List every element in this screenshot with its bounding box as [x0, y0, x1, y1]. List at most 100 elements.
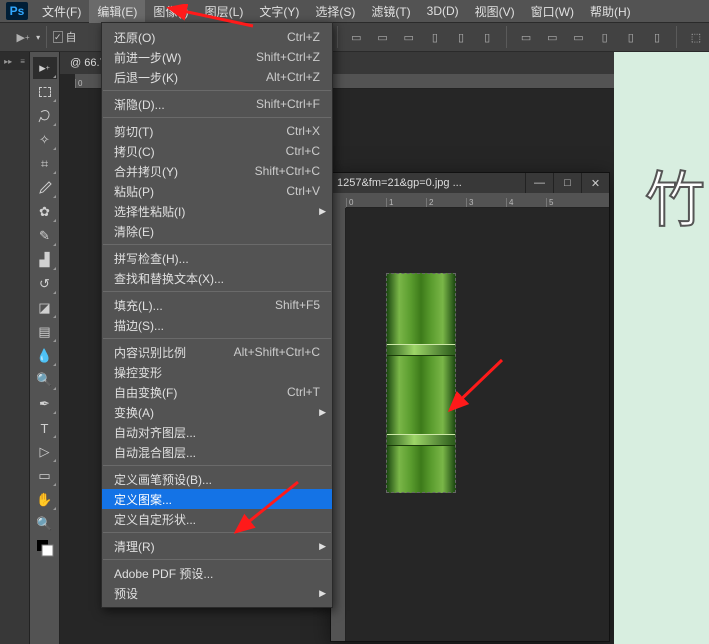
history-brush-tool[interactable]: ↺ [33, 273, 57, 295]
floating-canvas[interactable] [346, 208, 609, 641]
menu-item-拷贝c[interactable]: 拷贝(C)Ctrl+C [102, 141, 332, 161]
align-hcenter-icon[interactable]: ▯ [452, 27, 470, 47]
menubar: Ps 文件(F) 编辑(E) 图像(I) 图层(L) 文字(Y) 选择(S) 滤… [0, 0, 709, 22]
distribute-left-icon[interactable]: ▯ [596, 27, 614, 47]
menu-type[interactable]: 文字(Y) [251, 0, 307, 23]
brush-tool[interactable]: ✎ [33, 225, 57, 247]
menu-item-内容识别比例[interactable]: 内容识别比例Alt+Shift+Ctrl+C [102, 342, 332, 362]
menu-item-自动混合图层[interactable]: 自动混合图层... [102, 442, 332, 462]
move-tool[interactable]: ▸+ [33, 57, 57, 79]
menu-separator [103, 90, 331, 91]
app-logo: Ps [6, 2, 28, 20]
menu-item-清理r[interactable]: 清理(R)▶ [102, 536, 332, 556]
menu-file[interactable]: 文件(F) [34, 0, 89, 23]
align-vcenter-icon[interactable]: ▭ [373, 27, 391, 47]
annotation-arrow-icon [446, 356, 506, 416]
floating-window-titlebar[interactable]: 1257&fm=21&gp=0.jpg ... — □ ✕ [331, 173, 609, 193]
menu-item-选择性粘贴i[interactable]: 选择性粘贴(I)▶ [102, 201, 332, 221]
menu-item-剪切t[interactable]: 剪切(T)Ctrl+X [102, 121, 332, 141]
menu-help[interactable]: 帮助(H) [582, 0, 639, 23]
distribute-bottom-icon[interactable]: ▭ [569, 27, 587, 47]
marquee-tool[interactable] [33, 81, 57, 103]
menu-item-shortcut: Shift+F5 [275, 298, 320, 312]
menu-window[interactable]: 窗口(W) [523, 0, 582, 23]
move-tool-preset-icon[interactable]: ▶+ [14, 27, 32, 47]
3d-mode-icon[interactable]: ⬚ [687, 27, 705, 47]
menu-item-拼写检查h[interactable]: 拼写检查(H)... [102, 248, 332, 268]
menu-item-label: 渐隐(D)... [114, 96, 256, 113]
align-right-icon[interactable]: ▯ [478, 27, 496, 47]
menu-item-label: 清除(E) [114, 223, 320, 240]
menu-item-label: 还原(O) [114, 29, 287, 46]
menu-item-描边s[interactable]: 描边(S)... [102, 315, 332, 335]
menu-item-清除e[interactable]: 清除(E) [102, 221, 332, 241]
window-minimize-button[interactable]: — [525, 173, 553, 193]
panel-gutter: ▸▸ ≡ [0, 52, 30, 644]
submenu-arrow-icon: ▶ [319, 588, 326, 599]
menu-edit[interactable]: 编辑(E) [89, 0, 145, 23]
window-close-button[interactable]: ✕ [581, 173, 609, 193]
dodge-tool[interactable]: 🔍 [33, 369, 57, 391]
clone-stamp-tool[interactable]: ▟ [33, 249, 57, 271]
align-left-icon[interactable]: ▯ [426, 27, 444, 47]
pen-tool[interactable]: ✒ [33, 393, 57, 415]
menu-item-label: 合并拷贝(Y) [114, 163, 255, 180]
type-tool[interactable]: T [33, 417, 57, 439]
healing-brush-tool[interactable]: ✿ [33, 201, 57, 223]
menu-item-后退一步k[interactable]: 后退一步(K)Alt+Ctrl+Z [102, 67, 332, 87]
menu-item-预设[interactable]: 预设▶ [102, 583, 332, 603]
menu-view[interactable]: 视图(V) [467, 0, 523, 23]
autoselect-label: 自 [66, 29, 77, 45]
menu-item-查找和替换文本x[interactable]: 查找和替换文本(X)... [102, 268, 332, 288]
distribute-top-icon[interactable]: ▭ [517, 27, 535, 47]
menu-separator [103, 117, 331, 118]
distribute-right-icon[interactable]: ▯ [648, 27, 666, 47]
eraser-tool[interactable]: ◪ [33, 297, 57, 319]
window-maximize-button[interactable]: □ [553, 173, 581, 193]
menu-select[interactable]: 选择(S) [307, 0, 363, 23]
menu-item-label: 变换(A) [114, 404, 320, 421]
crop-tool[interactable]: ⌗ [33, 153, 57, 175]
gutter-grip-icon[interactable]: ≡ [20, 57, 25, 66]
menu-item-粘贴p[interactable]: 粘贴(P)Ctrl+V [102, 181, 332, 201]
magic-wand-tool[interactable]: ✧ [33, 129, 57, 151]
autoselect-checkbox[interactable]: ✓ [53, 31, 63, 43]
menu-item-合并拷贝y[interactable]: 合并拷贝(Y)Shift+Ctrl+C [102, 161, 332, 181]
menu-item-shortcut: Ctrl+Z [287, 30, 320, 44]
menu-item-前进一步w[interactable]: 前进一步(W)Shift+Ctrl+Z [102, 47, 332, 67]
align-bottom-icon[interactable]: ▭ [400, 27, 418, 47]
swatches[interactable] [33, 537, 57, 559]
menu-item-填充l[interactable]: 填充(L)...Shift+F5 [102, 295, 332, 315]
separator [506, 26, 507, 48]
menu-item-变换a[interactable]: 变换(A)▶ [102, 402, 332, 422]
menu-filter[interactable]: 滤镜(T) [363, 0, 418, 23]
blur-tool[interactable]: 💧 [33, 345, 57, 367]
gutter-collapse-icon[interactable]: ▸▸ [4, 57, 12, 66]
hand-tool[interactable]: ✋ [33, 489, 57, 511]
submenu-arrow-icon: ▶ [319, 407, 326, 418]
menu-item-label: 自动混合图层... [114, 444, 320, 461]
zoom-tool[interactable]: 🔍 [33, 513, 57, 535]
gradient-tool[interactable]: ▤ [33, 321, 57, 343]
menu-item-shortcut: Shift+Ctrl+F [256, 97, 320, 111]
menu-item-渐隐d[interactable]: 渐隐(D)...Shift+Ctrl+F [102, 94, 332, 114]
background-document: 竹 [614, 52, 709, 644]
distribute-hcenter-icon[interactable]: ▯ [622, 27, 640, 47]
eyedropper-tool[interactable] [33, 177, 57, 199]
align-top-icon[interactable]: ▭ [347, 27, 365, 47]
rectangle-tool[interactable]: ▭ [33, 465, 57, 487]
path-selection-tool[interactable]: ▷ [33, 441, 57, 463]
menu-item-adobepdf预设[interactable]: Adobe PDF 预设... [102, 563, 332, 583]
lasso-tool[interactable] [33, 105, 57, 127]
menu-item-自动对齐图层[interactable]: 自动对齐图层... [102, 422, 332, 442]
menu-item-label: 内容识别比例 [114, 344, 234, 361]
separator [46, 26, 47, 48]
menu-item-自由变换f[interactable]: 自由变换(F)Ctrl+T [102, 382, 332, 402]
floating-ruler-vertical [331, 208, 346, 641]
menu-3d[interactable]: 3D(D) [419, 1, 467, 21]
menu-item-label: 后退一步(K) [114, 69, 266, 86]
menu-item-操控变形[interactable]: 操控变形 [102, 362, 332, 382]
menu-separator [103, 244, 331, 245]
menu-item-还原o[interactable]: 还原(O)Ctrl+Z [102, 27, 332, 47]
distribute-vcenter-icon[interactable]: ▭ [543, 27, 561, 47]
